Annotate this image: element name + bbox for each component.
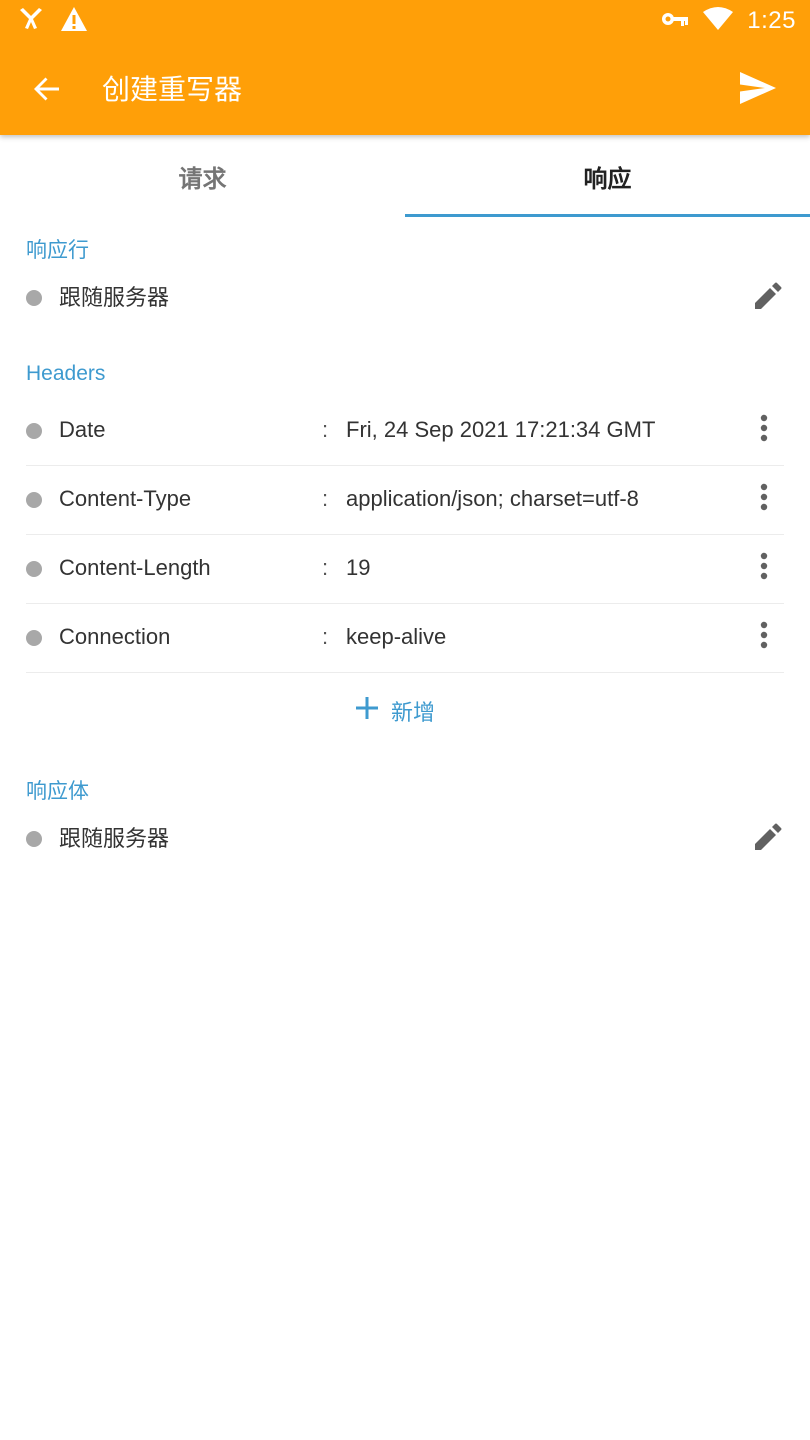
header-colon: :	[322, 417, 329, 442]
header-name: Connection	[59, 624, 171, 649]
vpn-key-icon	[661, 10, 689, 32]
tab-request[interactable]: 请求	[0, 135, 405, 217]
status-dot	[26, 290, 42, 306]
header-colon: :	[322, 486, 329, 511]
response-line-value[interactable]: 跟随服务器	[59, 282, 169, 316]
more-vert-icon	[760, 621, 768, 653]
pencil-icon	[754, 823, 782, 855]
app-bar: 1:25 创建重写器	[0, 0, 810, 135]
edit-response-body-button[interactable]	[746, 817, 790, 861]
more-options-button[interactable]	[744, 615, 784, 659]
status-bar: 1:25	[0, 0, 810, 42]
plus-icon	[355, 696, 379, 726]
app-notification-icon	[18, 6, 44, 36]
add-header-button[interactable]: 新增	[355, 688, 435, 734]
arrow-back-icon	[32, 74, 62, 108]
status-dot	[26, 831, 42, 847]
header-dot	[26, 492, 42, 508]
edit-response-line-button[interactable]	[746, 276, 790, 320]
send-icon	[739, 71, 777, 109]
header-row-content-type[interactable]: Content-Type : application/json; charset…	[26, 465, 784, 535]
header-row-connection[interactable]: Connection : keep-alive	[26, 603, 784, 673]
headers-section-title: Headers	[26, 362, 106, 385]
more-vert-icon	[760, 483, 768, 515]
toolbar: 创建重写器	[0, 42, 810, 135]
more-vert-icon	[760, 414, 768, 446]
pencil-icon	[754, 282, 782, 314]
more-options-button[interactable]	[744, 477, 784, 521]
status-bar-right: 1:25	[661, 5, 796, 37]
more-vert-icon	[760, 552, 768, 584]
more-options-button[interactable]	[744, 546, 784, 590]
wifi-icon	[703, 7, 734, 35]
back-button[interactable]	[22, 66, 72, 116]
header-dot	[26, 561, 42, 577]
status-time: 1:25	[747, 7, 796, 34]
status-bar-left	[18, 6, 88, 36]
header-value: 19	[346, 555, 371, 580]
header-name: Content-Length	[59, 555, 211, 580]
more-options-button[interactable]	[744, 408, 784, 452]
header-row-content-length[interactable]: Content-Length : 19	[26, 534, 784, 604]
header-value: keep-alive	[346, 624, 447, 649]
header-dot	[26, 630, 42, 646]
header-colon: :	[322, 624, 329, 649]
send-button[interactable]	[730, 62, 786, 118]
header-dot	[26, 423, 42, 439]
response-line-section-title: 响应行	[26, 238, 89, 262]
header-name: Content-Type	[59, 486, 192, 511]
header-row-date[interactable]: Date : Fri, 24 Sep 2021 17:21:34 GMT	[26, 396, 784, 466]
header-value: Fri, 24 Sep 2021 17:21:34 GMT	[346, 417, 656, 442]
header-name: Date	[59, 417, 106, 442]
response-body-section-title: 响应体	[26, 779, 89, 803]
response-body-value[interactable]: 跟随服务器	[59, 823, 169, 857]
header-colon: :	[322, 555, 329, 580]
tab-bar: 请求 响应	[0, 135, 810, 217]
page-title: 创建重写器	[102, 73, 243, 106]
warning-icon	[60, 6, 88, 36]
tab-response[interactable]: 响应	[405, 135, 810, 217]
header-value: application/json; charset=utf-8	[346, 486, 639, 511]
add-header-label: 新增	[391, 701, 436, 726]
